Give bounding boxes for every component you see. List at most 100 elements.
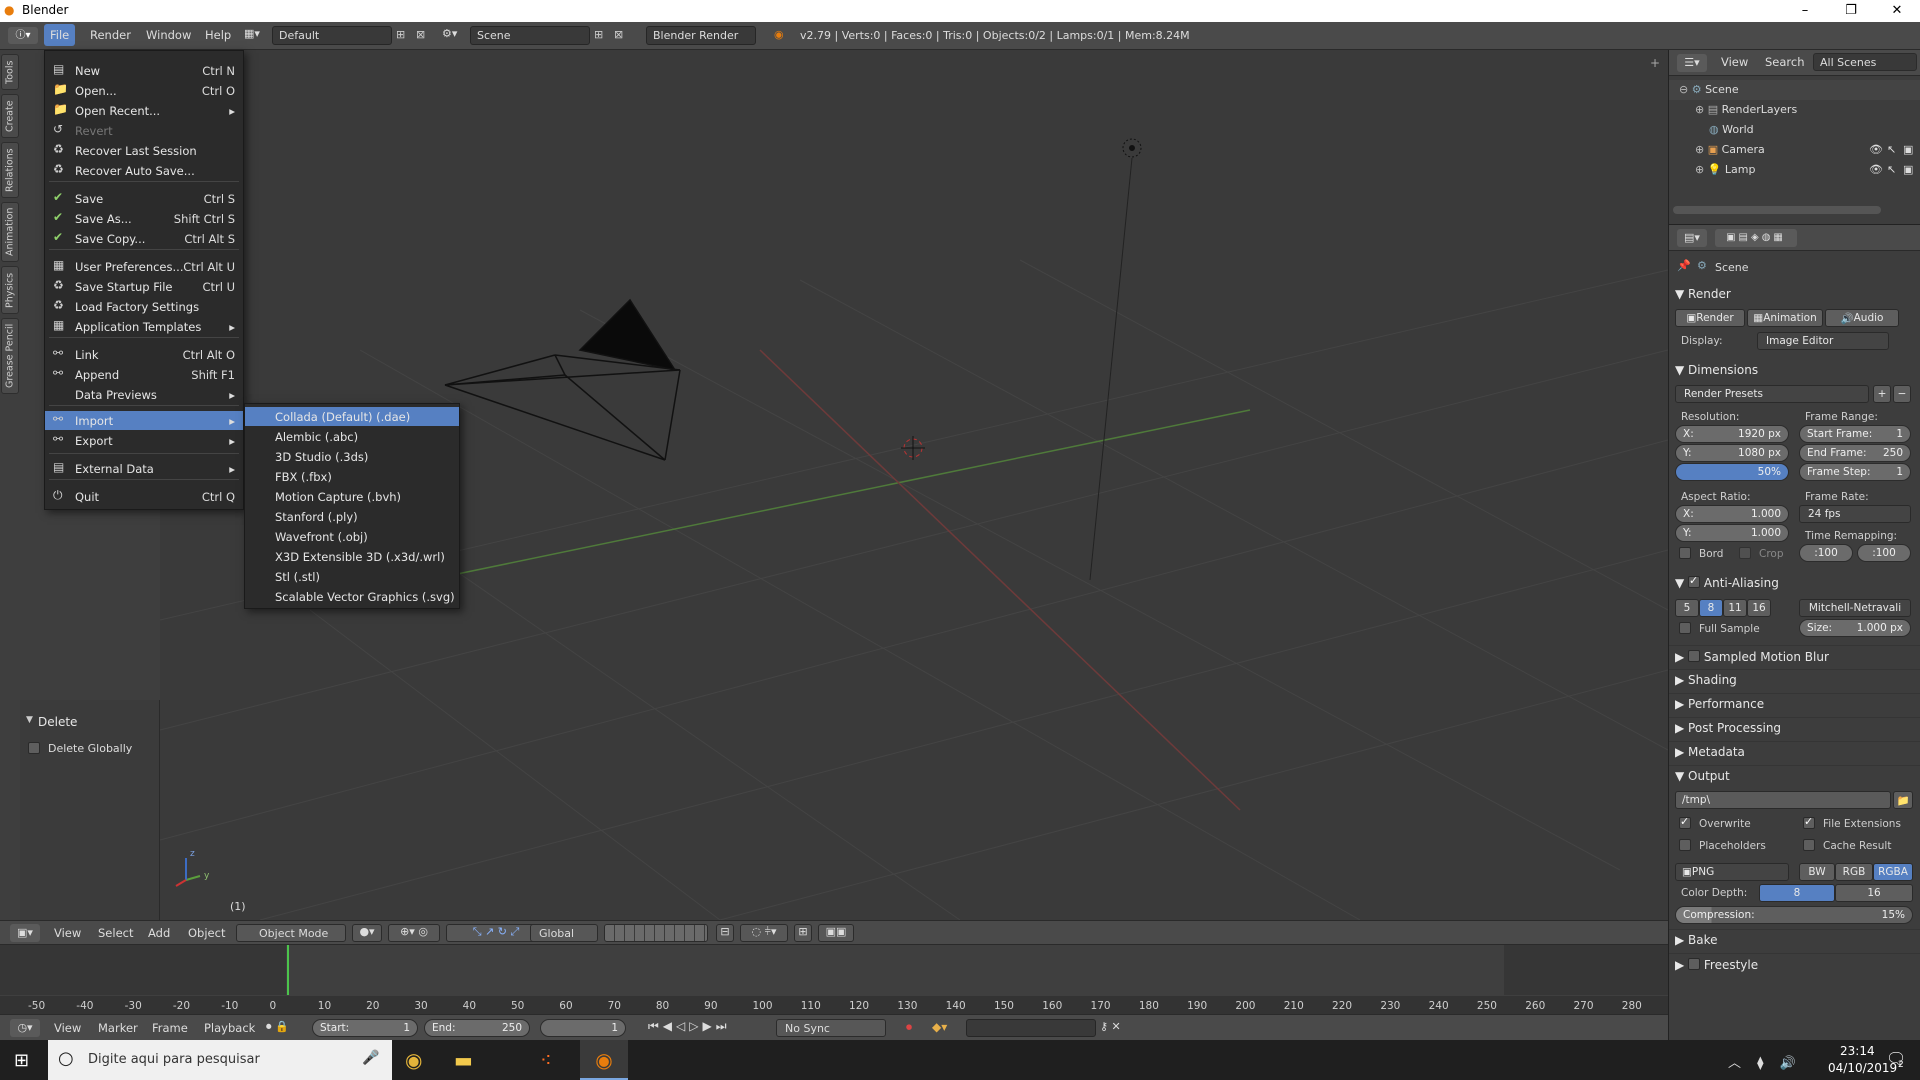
menu-view[interactable]: View bbox=[54, 926, 81, 940]
shading-panel[interactable]: ▶ Shading bbox=[1669, 669, 1920, 691]
file-menu-item-new[interactable]: ▤ New Ctrl N bbox=[45, 61, 243, 80]
aa-sample-11[interactable]: 11 bbox=[1723, 599, 1747, 617]
resolution-x-field[interactable]: X: 1920 px bbox=[1675, 425, 1789, 443]
import-item-0[interactable]: Collada (Default) (.dae) bbox=[245, 407, 459, 426]
start-frame-field[interactable]: Start: 1 bbox=[312, 1019, 418, 1037]
select-arrow-icon[interactable]: ↖ bbox=[1887, 143, 1896, 156]
aa-sample-8[interactable]: 8 bbox=[1699, 599, 1723, 617]
insert-keyframe-icon[interactable]: ⚷ ✕ bbox=[1100, 1020, 1121, 1033]
tab-tools[interactable]: Tools bbox=[1, 54, 19, 90]
outliner-item-camera[interactable]: ⊕ ▣ Camera 👁 ↖ ▣ bbox=[1669, 140, 1920, 160]
delete-globally-checkbox[interactable] bbox=[28, 742, 40, 754]
metadata-panel[interactable]: ▶ Metadata bbox=[1669, 741, 1920, 763]
render-button[interactable]: ▣ Render bbox=[1675, 309, 1745, 327]
visibility-eye-icon[interactable]: 👁 bbox=[1869, 143, 1883, 156]
expand-icon[interactable]: ⊖ bbox=[1679, 83, 1692, 96]
output-path-field[interactable]: /tmp\ bbox=[1675, 791, 1891, 809]
fps-select[interactable]: 24 fps bbox=[1799, 505, 1911, 523]
render-preview-icon[interactable]: ▣▣ bbox=[818, 924, 854, 942]
anti-aliasing-panel-header[interactable]: ▼ Anti-Aliasing bbox=[1675, 574, 1779, 590]
file-explorer-icon[interactable]: ▬ bbox=[454, 1048, 473, 1072]
taskbar-search-box[interactable]: ○ Digite aqui para pesquisar 🎤 bbox=[48, 1040, 392, 1080]
bake-panel[interactable]: ▶ Bake bbox=[1669, 929, 1920, 951]
editor-type-icon[interactable]: ⓘ▾ bbox=[8, 27, 38, 44]
record-icon[interactable]: ⏺ bbox=[906, 1020, 912, 1035]
keying-set-field[interactable] bbox=[966, 1019, 1096, 1037]
file-menu-item-data-previews[interactable]: Data Previews ▸ bbox=[45, 385, 243, 404]
current-frame-marker[interactable] bbox=[287, 945, 289, 995]
file-menu-item-recover-last-session[interactable]: ♻ Recover Last Session bbox=[45, 141, 243, 160]
resolution-y-field[interactable]: Y: 1080 px bbox=[1675, 444, 1789, 462]
import-item-1[interactable]: Alembic (.abc) bbox=[245, 427, 459, 446]
motion-blur-checkbox[interactable] bbox=[1688, 650, 1701, 662]
full-sample-checkbox[interactable] bbox=[1679, 622, 1691, 634]
lock-layers-icon[interactable]: ⊟ bbox=[716, 924, 734, 942]
expand-icon[interactable]: ⊕ bbox=[1695, 103, 1708, 116]
menu-render[interactable]: Render bbox=[90, 28, 131, 42]
timeline-menu-frame[interactable]: Frame bbox=[152, 1021, 188, 1035]
import-item-5[interactable]: Stanford (.ply) bbox=[245, 507, 459, 526]
placeholders-checkbox[interactable] bbox=[1679, 839, 1691, 851]
performance-panel[interactable]: ▶ Performance bbox=[1669, 693, 1920, 715]
screen-layout-icon[interactable]: ▦▾ bbox=[244, 27, 260, 40]
menu-help[interactable]: Help bbox=[205, 28, 231, 42]
editor-type-outliner-icon[interactable]: ☰▾ bbox=[1677, 54, 1707, 72]
menu-object[interactable]: Object bbox=[188, 926, 225, 940]
sampled-motion-blur-panel[interactable]: ▶ Sampled Motion Blur bbox=[1669, 645, 1920, 667]
color-mode-rgb[interactable]: RGB bbox=[1835, 863, 1873, 881]
blender-taskbar-icon[interactable]: ◉ bbox=[580, 1040, 628, 1080]
expand-icon[interactable]: ⊕ bbox=[1695, 163, 1708, 176]
file-menu-item-open-recent[interactable]: 📁 Open Recent... ▸ bbox=[45, 101, 243, 120]
start-frame-prop[interactable]: Start Frame: 1 bbox=[1799, 425, 1911, 443]
import-item-6[interactable]: Wavefront (.obj) bbox=[245, 527, 459, 546]
file-menu-item-recover-auto-save[interactable]: ♻ Recover Auto Save... bbox=[45, 161, 243, 180]
import-item-2[interactable]: 3D Studio (.3ds) bbox=[245, 447, 459, 466]
color-depth-16[interactable]: 16 bbox=[1835, 884, 1913, 902]
outliner-filter-select[interactable]: All Scenes bbox=[1813, 53, 1917, 71]
freestyle-panel[interactable]: ▶ Freestyle bbox=[1669, 953, 1920, 975]
menu-window[interactable]: Window bbox=[146, 28, 191, 42]
keying-set-icon[interactable]: ◆▾ bbox=[932, 1020, 947, 1034]
browse-folder-icon[interactable]: 📁 bbox=[1893, 791, 1913, 809]
chrome-icon[interactable]: ◉ bbox=[405, 1048, 422, 1072]
aa-filter-select[interactable]: Mitchell-Netravali bbox=[1799, 599, 1911, 617]
aa-size-field[interactable]: Size: 1.000 px bbox=[1799, 619, 1911, 637]
cache-result-checkbox[interactable] bbox=[1803, 839, 1815, 851]
editor-type-3d-icon[interactable]: ▣▾ bbox=[10, 924, 40, 942]
clock-time[interactable]: 23:14 bbox=[1840, 1044, 1875, 1058]
border-checkbox[interactable] bbox=[1679, 547, 1691, 559]
outliner-scrollbar[interactable] bbox=[1673, 206, 1881, 214]
microphone-icon[interactable]: 🎤 bbox=[362, 1050, 379, 1066]
post-processing-panel[interactable]: ▶ Post Processing bbox=[1669, 717, 1920, 739]
display-select[interactable]: Image Editor bbox=[1757, 332, 1889, 350]
menu-file[interactable]: File bbox=[44, 24, 76, 46]
file-menu-item-save-copy[interactable]: ✔ Save Copy... Ctrl Alt S bbox=[45, 229, 243, 248]
outliner-item-world[interactable]: ◍ World bbox=[1669, 120, 1920, 140]
render-camera-icon[interactable]: ▣ bbox=[1903, 163, 1913, 176]
expand-icon[interactable]: ⊕ bbox=[1695, 143, 1708, 156]
render-panel-header[interactable]: ▼ Render bbox=[1675, 287, 1731, 301]
add-layout-icon[interactable]: ⊞ bbox=[396, 28, 405, 41]
file-menu-item-external-data[interactable]: ▤ External Data ▸ bbox=[45, 459, 243, 478]
overwrite-checkbox[interactable] bbox=[1679, 815, 1691, 829]
import-item-3[interactable]: FBX (.fbx) bbox=[245, 467, 459, 486]
add-scene-icon[interactable]: ⊞ bbox=[594, 28, 603, 41]
file-format-select[interactable]: ▣ PNG bbox=[1675, 863, 1789, 881]
layout-field[interactable]: Default bbox=[272, 26, 392, 45]
remove-layout-icon[interactable]: ⊠ bbox=[416, 28, 425, 41]
close-button[interactable]: ✕ bbox=[1874, 0, 1920, 22]
minimize-button[interactable]: – bbox=[1782, 0, 1828, 22]
aspect-x-field[interactable]: X: 1.000 bbox=[1675, 505, 1789, 523]
remap-new-field[interactable]: :100 bbox=[1857, 544, 1911, 562]
snap-icon[interactable]: ⊞ bbox=[794, 924, 812, 942]
file-menu-item-save-as[interactable]: ✔ Save As... Shift Ctrl S bbox=[45, 209, 243, 228]
import-item-8[interactable]: Stl (.stl) bbox=[245, 567, 459, 586]
aa-sample-16[interactable]: 16 bbox=[1747, 599, 1771, 617]
import-item-7[interactable]: X3D Extensible 3D (.x3d/.wrl) bbox=[245, 547, 459, 566]
proportional-edit-icon[interactable]: ◌ ⫩▾ bbox=[740, 924, 788, 942]
scene-field[interactable]: Scene bbox=[470, 26, 590, 45]
file-menu-item-user-preferences[interactable]: ▦ User Preferences... Ctrl Alt U bbox=[45, 257, 243, 276]
sync-select[interactable]: No Sync bbox=[776, 1019, 886, 1037]
add-preset-button[interactable]: + bbox=[1873, 385, 1891, 403]
object-mode-select[interactable]: Object Mode bbox=[236, 924, 346, 942]
